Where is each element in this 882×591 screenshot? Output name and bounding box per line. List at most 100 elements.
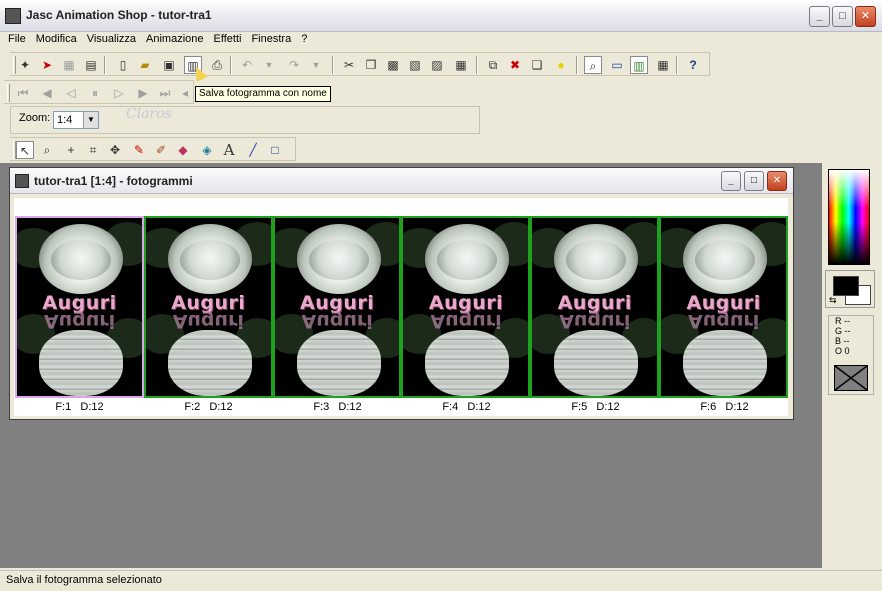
- opacity-value: O 0: [835, 346, 850, 356]
- title-bar: Jasc Animation Shop - tutor-tra1 _ □ ✕: [0, 0, 882, 32]
- rose-center: [695, 240, 756, 280]
- copy-frame-icon[interactable]: ▩: [384, 56, 402, 74]
- undo-icon[interactable]: ↶: [238, 56, 256, 74]
- frame-caption-reflection: Auguri: [559, 310, 631, 332]
- animation-frame[interactable]: Auguri Auguri: [659, 216, 788, 398]
- bulb-icon[interactable]: ●: [552, 56, 570, 74]
- save-icon[interactable]: ▣: [160, 56, 178, 74]
- close-button[interactable]: ✕: [855, 6, 876, 27]
- film-icon[interactable]: ▤: [82, 56, 100, 74]
- app-window: Jasc Animation Shop - tutor-tra1 _ □ ✕ F…: [0, 0, 882, 591]
- new-icon[interactable]: ▯: [114, 56, 132, 74]
- text-tool-icon[interactable]: A: [220, 141, 238, 159]
- paste-new-icon[interactable]: ▦: [452, 56, 470, 74]
- maximize-button[interactable]: □: [832, 6, 853, 27]
- colors-icon[interactable]: ▥: [630, 56, 648, 74]
- frame-delay: D:12: [596, 401, 620, 413]
- frame-delay: D:12: [338, 401, 362, 413]
- banner-icon[interactable]: ➤: [38, 56, 56, 74]
- zoom-select[interactable]: 1:4 ▼: [53, 111, 99, 129]
- next-frame-icon[interactable]: ▶: [134, 84, 152, 102]
- main-toolbar: ✦ ➤ ▦ ▤ ▯ ▰ ▣ ▥ ⎙ ↶ ▼ ↷ ▼ ✂ ❐ ▩ ▧ ▨ ▦ ⧉ …: [10, 52, 710, 76]
- chevron-down-icon[interactable]: ▼: [83, 112, 98, 128]
- duplicate-icon[interactable]: ❏: [528, 56, 546, 74]
- crop-tool-icon[interactable]: ⌗: [84, 141, 102, 159]
- rectangle-tool-icon[interactable]: □: [266, 141, 284, 159]
- fill-tool-icon[interactable]: ◈: [198, 141, 216, 159]
- frame-caption-reflection: Auguri: [301, 310, 373, 332]
- rose-reflection: [683, 330, 768, 396]
- insert-frame-icon[interactable]: ⧉: [484, 56, 502, 74]
- print-icon[interactable]: ⎙: [208, 56, 226, 74]
- last-frame-icon[interactable]: ⏭: [156, 84, 174, 102]
- zoom-view-icon[interactable]: ⌕: [584, 56, 602, 74]
- delete-frame-icon[interactable]: ✖: [506, 56, 524, 74]
- wizard-icon[interactable]: ✦: [16, 56, 34, 74]
- copy-icon[interactable]: ❐: [362, 56, 380, 74]
- frame-delay: D:12: [209, 401, 233, 413]
- grid-icon[interactable]: ▦: [60, 56, 78, 74]
- doc-minimize-button[interactable]: _: [721, 171, 741, 191]
- color-info-panel: R -- G -- B -- O 0: [828, 315, 874, 395]
- step-back-icon[interactable]: ◁: [62, 84, 80, 102]
- toolbar-separator: [576, 56, 578, 74]
- frame-info: F:4 D:12: [402, 401, 531, 413]
- document-icon: [15, 174, 29, 188]
- eraser-tool-icon[interactable]: ◆: [174, 141, 192, 159]
- menu-modifica[interactable]: Modifica: [31, 32, 82, 46]
- frame-info: F:6 D:12: [660, 401, 789, 413]
- line-tool-icon[interactable]: ╱: [244, 141, 262, 159]
- brush-tool-icon[interactable]: ✐: [152, 141, 170, 159]
- redo-dropdown-icon[interactable]: ▼: [307, 56, 325, 74]
- animation-frame[interactable]: Auguri Auguri: [272, 216, 402, 398]
- animation-frame[interactable]: Auguri Auguri: [530, 216, 660, 398]
- color-spectrum[interactable]: [828, 169, 870, 265]
- rose-reflection: [39, 330, 123, 396]
- redo-icon[interactable]: ↷: [285, 56, 303, 74]
- frames-grid-icon[interactable]: ▦: [654, 56, 672, 74]
- help-context-icon[interactable]: ?: [684, 56, 702, 74]
- toolbar-separator: [332, 56, 334, 74]
- menu-animazione[interactable]: Animazione: [141, 32, 208, 46]
- doc-close-button[interactable]: ✕: [767, 171, 787, 191]
- frame-delay: D:12: [80, 401, 104, 413]
- paste-frame-icon[interactable]: ▨: [428, 56, 446, 74]
- move-tool-icon[interactable]: ✥: [106, 141, 124, 159]
- doc-maximize-button[interactable]: □: [744, 171, 764, 191]
- dropper-tool-icon[interactable]: ✎: [130, 141, 148, 159]
- pause-icon[interactable]: ⏸: [86, 84, 104, 102]
- animation-frame[interactable]: Auguri Auguri: [15, 216, 144, 398]
- menu-effetti[interactable]: Effetti: [209, 32, 247, 46]
- arrow-tool-icon[interactable]: ↖: [16, 141, 34, 159]
- menu-visualizza[interactable]: Visualizza: [82, 32, 141, 46]
- zoom-tool-icon[interactable]: ⌕: [38, 141, 56, 159]
- menu-finestra[interactable]: Finestra: [246, 32, 296, 46]
- menu-bar: File Modifica Visualizza Animazione Effetti F…: [0, 32, 882, 48]
- toolbar-separator: [230, 56, 232, 74]
- cut-icon[interactable]: ✂: [340, 56, 358, 74]
- rose-center: [566, 240, 627, 280]
- animation-frame[interactable]: Auguri Auguri: [401, 216, 531, 398]
- open-icon[interactable]: ▰: [136, 56, 154, 74]
- minimize-button[interactable]: _: [809, 6, 830, 27]
- prev-frame-icon[interactable]: ◀: [38, 84, 56, 102]
- crosshair-tool-icon[interactable]: +: [62, 141, 80, 159]
- filmstrip-icon[interactable]: ▭: [608, 56, 626, 74]
- step-forward-icon[interactable]: ▷: [110, 84, 128, 102]
- swap-colors-icon[interactable]: ⇆: [829, 295, 837, 306]
- frame-caption-reflection: Auguri: [172, 310, 244, 332]
- animation-frame[interactable]: Auguri Auguri: [143, 216, 273, 398]
- undo-dropdown-icon[interactable]: ▼: [260, 56, 278, 74]
- rose-center: [308, 240, 369, 280]
- tools-toolbar: ↖ ⌕ + ⌗ ✥ ✎ ✐ ◆ ◈ A ╱ □: [10, 137, 296, 161]
- foreground-color-swatch[interactable]: [833, 276, 859, 296]
- paste-icon[interactable]: ▧: [406, 56, 424, 74]
- play-icon[interactable]: ◂: [176, 84, 194, 102]
- menu-file[interactable]: File: [3, 32, 31, 46]
- rose-center: [179, 240, 240, 280]
- zoom-label: Zoom:: [19, 112, 51, 124]
- status-bar: Salva il fotogramma selezionato: [0, 570, 882, 591]
- first-frame-icon[interactable]: ⏮: [14, 84, 32, 102]
- toolbar-grip[interactable]: [7, 84, 10, 102]
- menu-help[interactable]: ?: [296, 32, 312, 46]
